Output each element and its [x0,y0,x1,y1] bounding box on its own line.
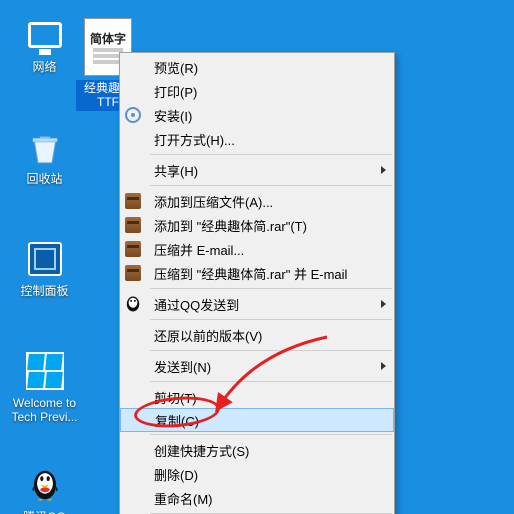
menu-item-label: 压缩并 E-mail... [154,240,244,259]
desktop-icon-qq[interactable]: 腾讯QQ [7,464,82,514]
menu-item-label: 添加到 "经典趣体简.rar"(T) [154,216,307,235]
menu-item[interactable]: 通过QQ发送到 [120,292,394,316]
menu-item-label: 通过QQ发送到 [154,295,239,314]
qq-icon [24,464,66,506]
menu-item[interactable]: 删除(D) [120,462,394,486]
menu-item[interactable]: 共享(H) [120,158,394,182]
menu-separator [150,434,392,435]
windows-icon [24,350,66,392]
menu-item[interactable]: 打开方式(H)... [120,127,394,151]
menu-item[interactable]: 剪切(T) [120,385,394,409]
menu-item[interactable]: 添加到压缩文件(A)... [120,189,394,213]
menu-item-label: 重命名(M) [154,489,213,508]
menu-item[interactable]: 创建快捷方式(S) [120,438,394,462]
icon-label: Welcome to Tech Previ... [7,396,82,425]
icon-label: 网络 [32,60,56,74]
menu-item-label: 安装(I) [154,106,192,125]
desktop-icon-recycle[interactable]: 回收站 [7,126,82,186]
menu-separator [150,185,392,186]
menu-separator [150,154,392,155]
menu-item-label: 创建快捷方式(S) [154,441,249,460]
icon-label: 腾讯QQ [23,510,66,514]
menu-item-label: 删除(D) [154,465,198,484]
menu-item[interactable]: 安装(I) [120,103,394,127]
rar-icon [123,191,143,211]
context-menu: 预览(R) 打印(P) 安装(I) 打开方式(H)... 共享(H) 添加到压缩文件(A)… [119,52,395,514]
icon-label: 回收站 [26,172,62,186]
menu-item-label: 共享(H) [154,161,198,180]
menu-item[interactable]: 重命名(M) [120,486,394,510]
panel-icon [24,238,66,280]
font-preview-text: 简体字 [90,30,126,47]
menu-item-label: 压缩到 "经典趣体简.rar" 并 E-mail [154,264,347,283]
disc-icon [123,105,143,125]
menu-item[interactable]: 压缩到 "经典趣体简.rar" 并 E-mail [120,261,394,285]
desktop-icon-network[interactable]: 网络 [7,14,82,74]
menu-item[interactable]: 复制(C) [120,408,394,432]
desktop-icon-control-panel[interactable]: 控制面板 [7,238,82,298]
menu-separator [150,381,392,382]
menu-item-label: 添加到压缩文件(A)... [154,192,273,211]
menu-item[interactable]: 添加到 "经典趣体简.rar"(T) [120,213,394,237]
rar-icon [123,215,143,235]
menu-item-label: 打开方式(H)... [154,130,235,149]
chevron-right-icon [381,300,386,308]
menu-item[interactable]: 还原以前的版本(V) [120,323,394,347]
menu-item-label: 剪切(T) [154,388,197,407]
qq-icon [123,294,143,314]
menu-item[interactable]: 发送到(N) [120,354,394,378]
recycle-icon [24,126,66,168]
menu-separator [150,288,392,289]
chevron-right-icon [381,166,386,174]
chevron-right-icon [381,362,386,370]
menu-item-label: 预览(R) [154,58,198,77]
monitor-icon [24,14,66,56]
menu-separator [150,319,392,320]
menu-item[interactable]: 打印(P) [120,79,394,103]
desktop-icon-tech-preview[interactable]: Welcome to Tech Previ... [7,350,82,425]
menu-item[interactable]: 压缩并 E-mail... [120,237,394,261]
menu-item-label: 发送到(N) [154,357,211,376]
menu-separator [150,350,392,351]
menu-item-label: 复制(C) [155,411,199,430]
rar-icon [123,263,143,283]
menu-item[interactable]: 预览(R) [120,55,394,79]
rar-icon [123,239,143,259]
menu-item-label: 还原以前的版本(V) [154,326,262,345]
icon-label: 控制面板 [20,284,68,298]
menu-item-label: 打印(P) [154,82,197,101]
